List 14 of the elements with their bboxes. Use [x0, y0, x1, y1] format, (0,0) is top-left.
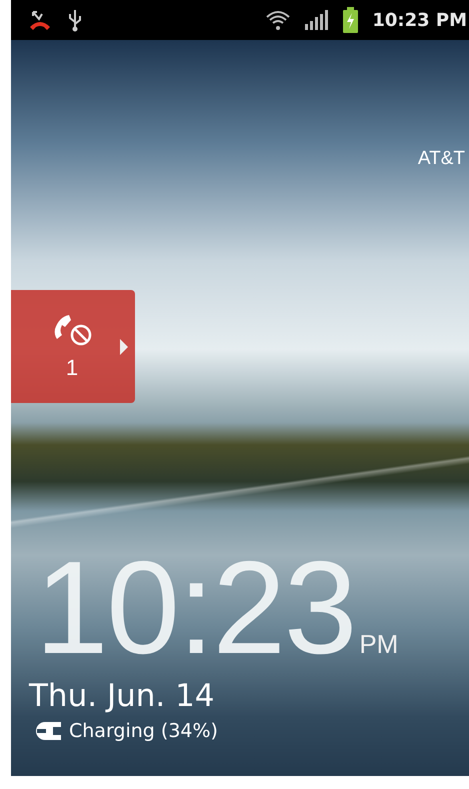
clock-meridiem: PM — [359, 629, 398, 660]
charging-status: Charging (34%) — [69, 720, 218, 742]
wifi-icon — [265, 9, 292, 31]
charging-plug-icon — [35, 722, 61, 740]
arrow-right-icon — [119, 338, 129, 354]
missed-call-tile[interactable]: 1 — [11, 290, 135, 403]
usb-icon — [67, 8, 83, 32]
clock-time: 10:23 — [35, 542, 356, 674]
missed-call-count: 1 — [66, 354, 78, 380]
date-text: Thu. Jun. 14 — [28, 678, 216, 714]
status-time: 10:23 PM — [372, 10, 467, 30]
carrier-name: AT&T — [418, 148, 465, 170]
signal-icon — [305, 10, 330, 30]
battery-charging-icon — [343, 7, 358, 33]
